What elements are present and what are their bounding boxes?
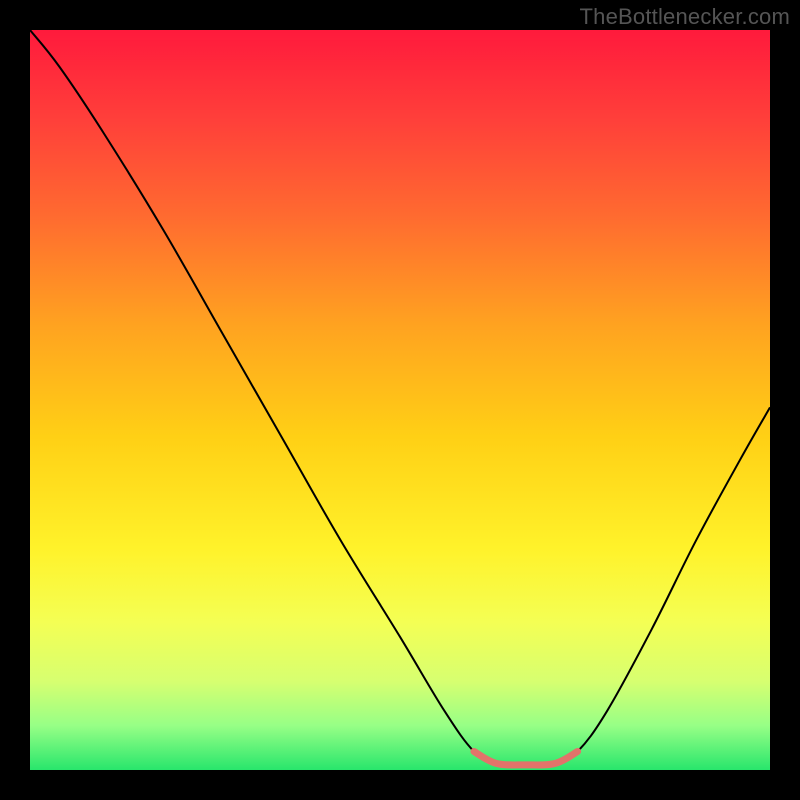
chart-frame: TheBottlenecker.com <box>0 0 800 800</box>
chart-svg <box>30 30 770 770</box>
watermark-text: TheBottlenecker.com <box>580 4 790 30</box>
gradient-background <box>30 30 770 770</box>
plot-area <box>30 30 770 770</box>
